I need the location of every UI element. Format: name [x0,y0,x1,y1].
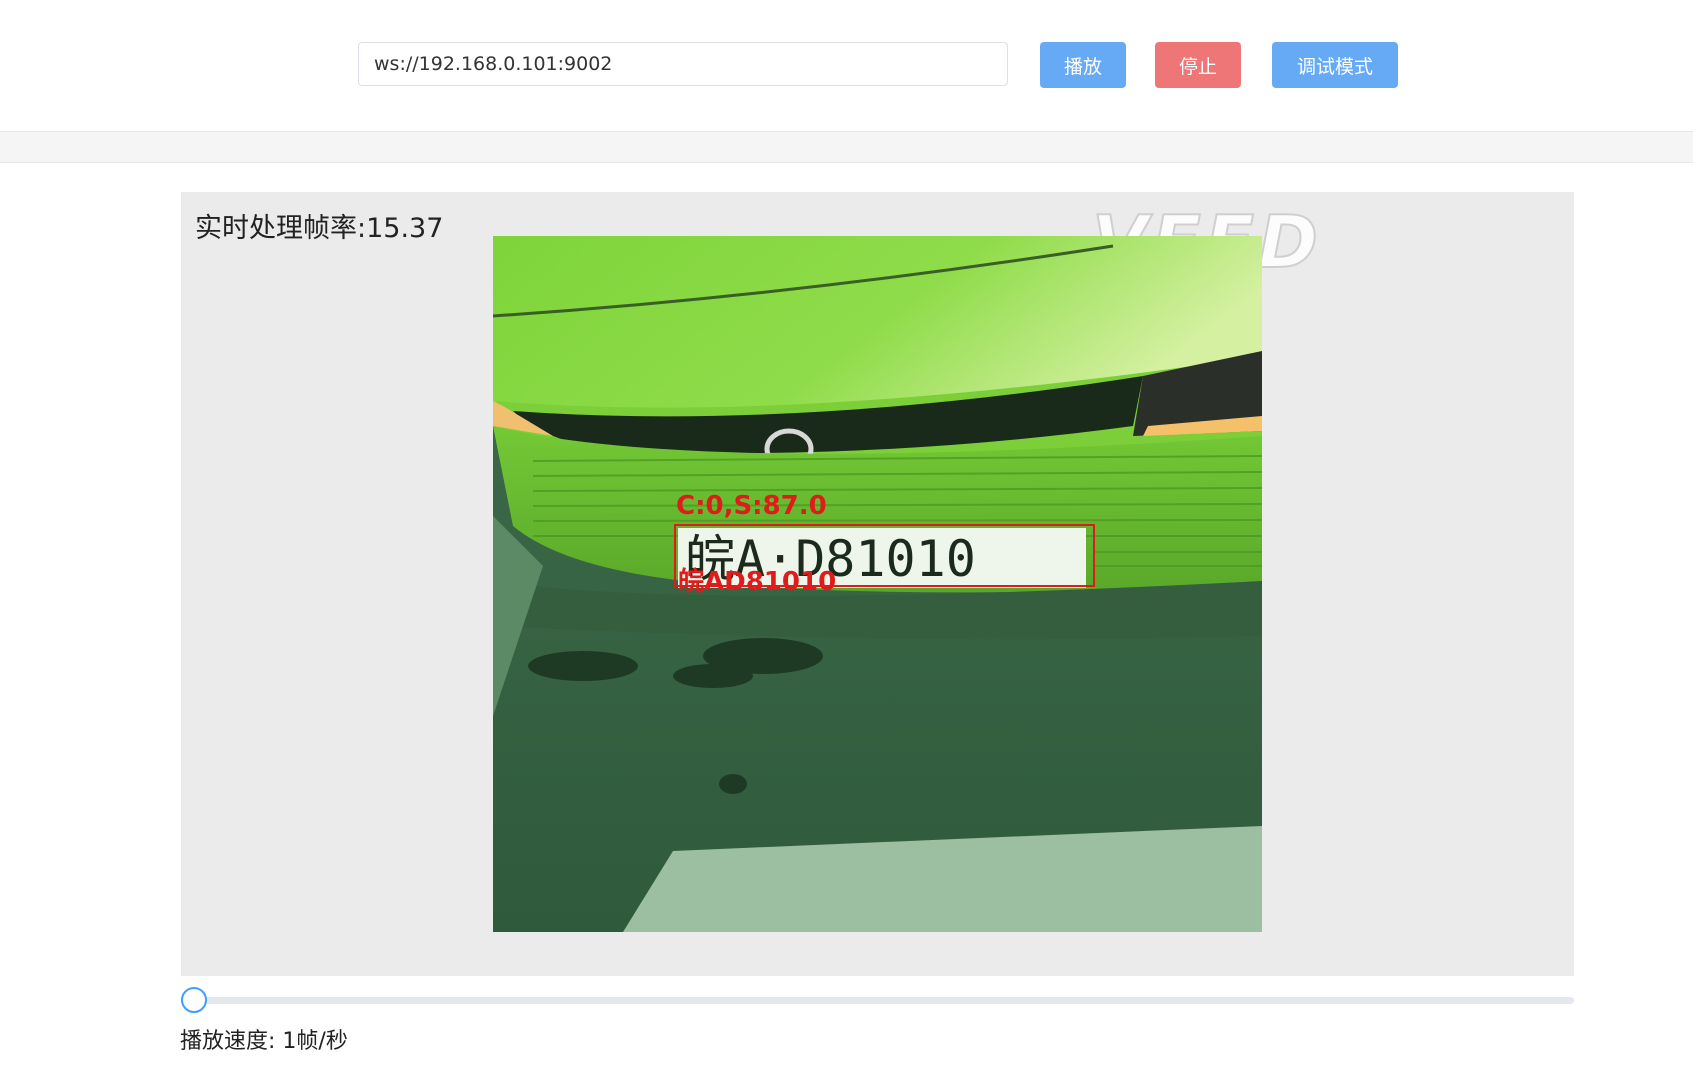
top-toolbar: 播放 停止 调试模式 [0,0,1693,130]
websocket-url-input[interactable] [358,42,1008,86]
detection-confidence-label: C:0,S:87.0 [676,491,827,521]
slider-thumb[interactable] [181,987,207,1013]
playback-speed-slider[interactable] [181,997,1574,1004]
playback-speed-label: 播放速度: 1帧/秒 [180,1023,348,1055]
section-divider [0,131,1693,163]
fps-label: 实时处理帧率:15.37 [195,213,444,244]
detection-plate-text: 皖AD81010 [678,567,837,597]
playback-speed-title: 播放速度: [180,1029,276,1054]
play-button[interactable]: 播放 [1040,42,1126,88]
debug-mode-button[interactable]: 调试模式 [1272,42,1398,88]
stop-button[interactable]: 停止 [1155,42,1241,88]
playback-speed-value: 1帧/秒 [282,1029,348,1054]
